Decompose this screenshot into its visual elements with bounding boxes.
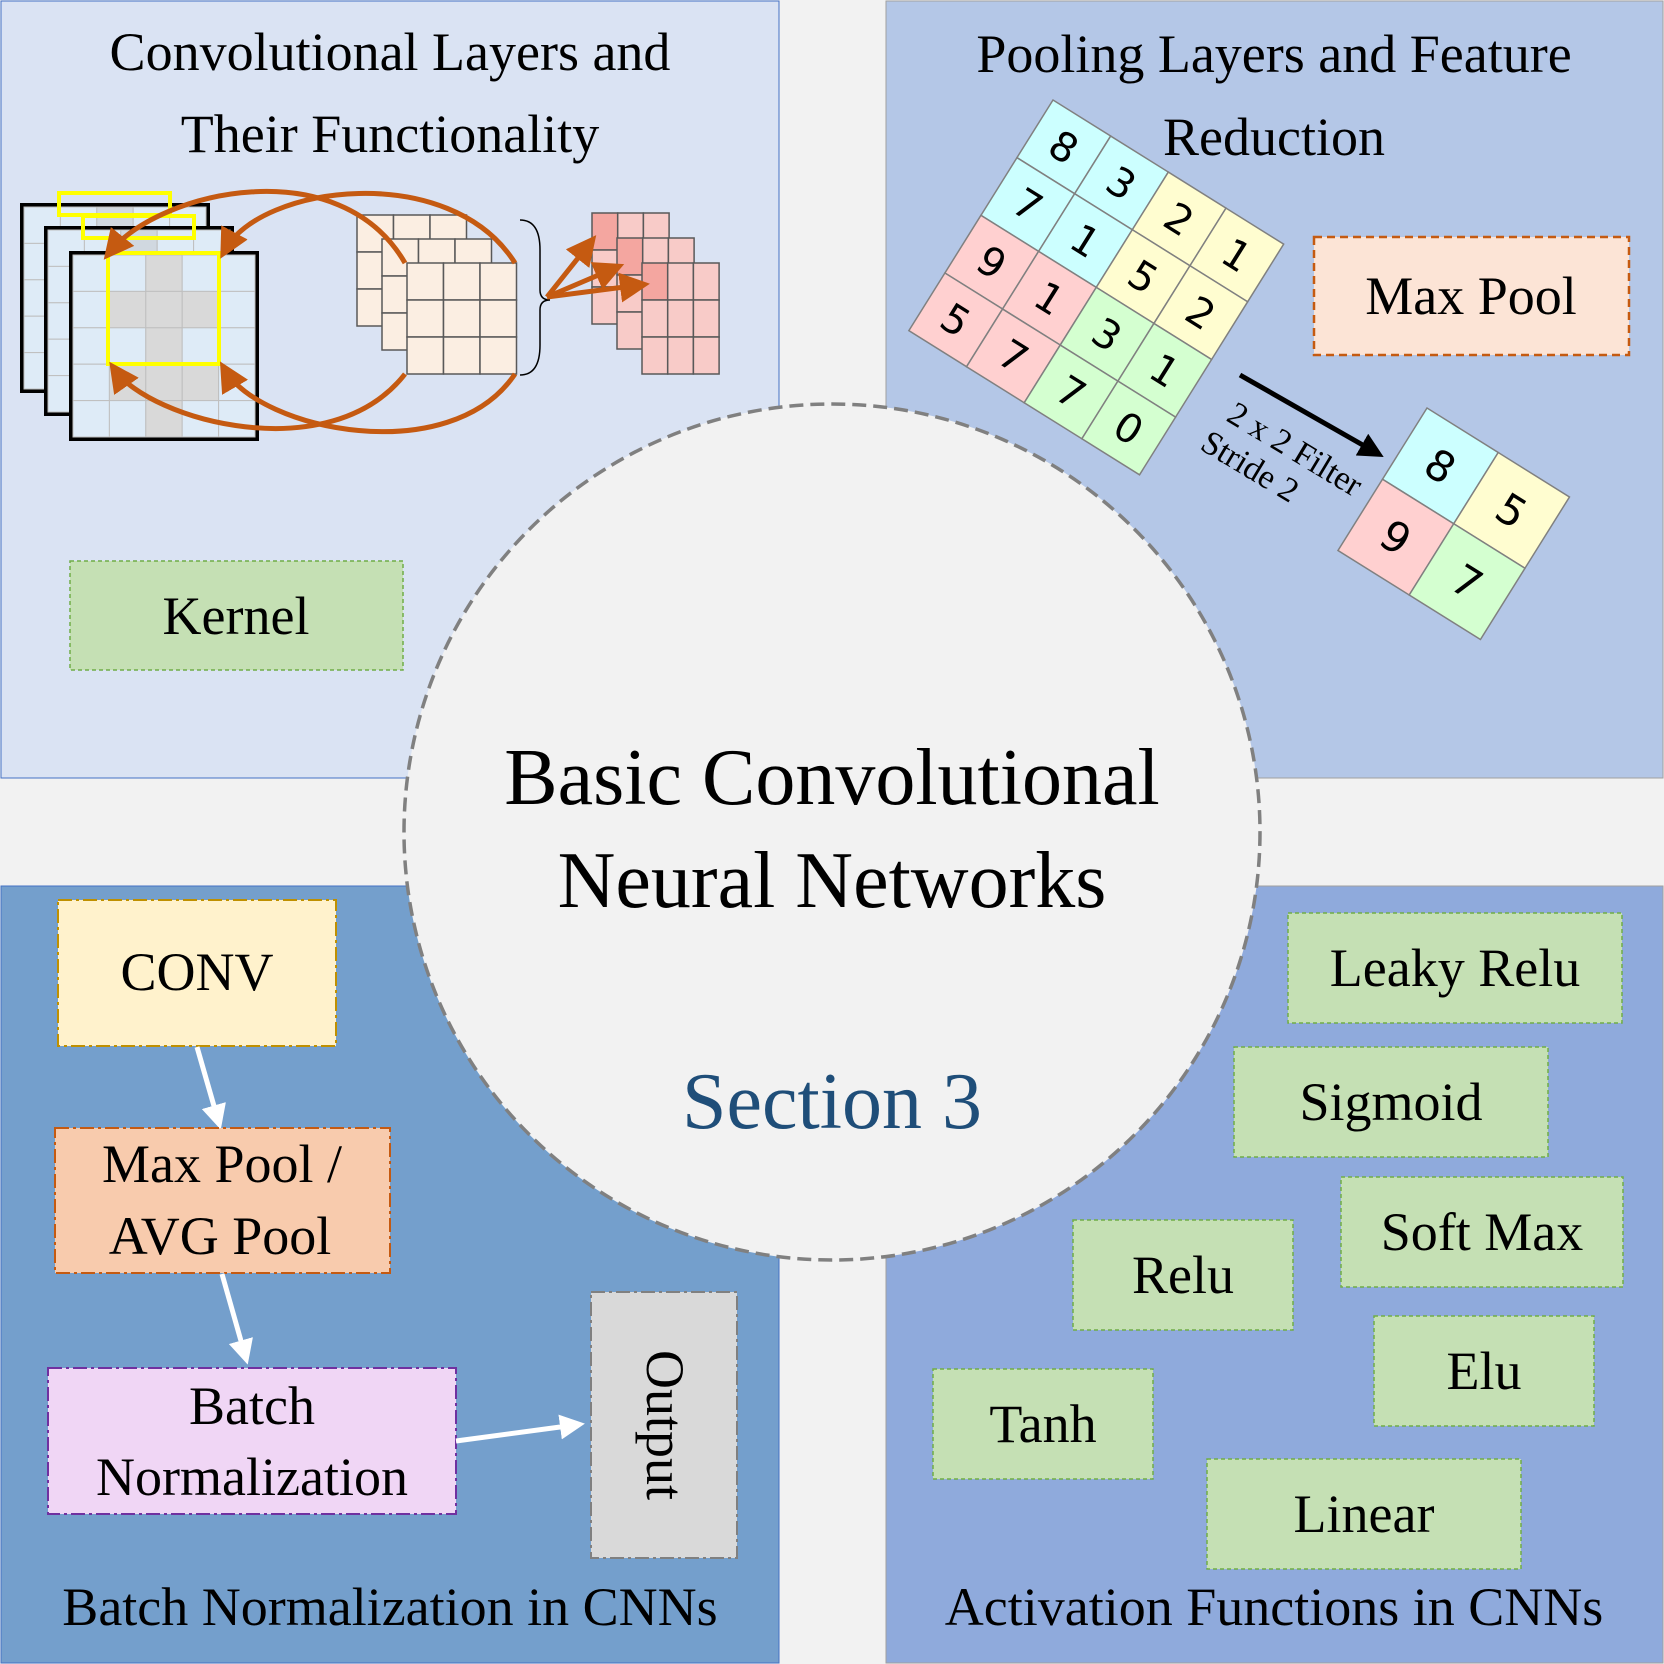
section-label: Section 3 [682,1058,982,1146]
input-cell [72,290,110,329]
activation-soft-max: Soft Max [1340,1176,1624,1288]
input-cell [218,327,256,365]
activation-leaky-relu: Leaky Relu [1287,912,1623,1024]
kernel-cell [442,299,481,338]
center-title-line1: Basic Convolutional [504,734,1160,822]
input-map [69,251,259,441]
output-cell [641,336,669,375]
output-cell [641,262,669,301]
output-cell [616,237,644,276]
input-cell [145,363,183,402]
kernel-cell [442,262,481,301]
kernel-cell [479,299,518,338]
input-cell [181,254,220,292]
kernel-cell [406,262,445,301]
batch-norm-line2: Normalization [96,1447,408,1507]
output-cell [666,262,695,301]
output-cell [641,299,669,338]
conv-title-line2: Their Functionality [181,104,599,164]
input-cell [108,327,147,365]
input-cell [108,400,147,438]
input-cell [108,254,147,292]
pool-label-line2: AVG Pool [109,1206,332,1266]
output-cell [692,336,720,375]
input-cell [218,254,256,292]
input-cell [72,327,110,365]
svg-text:Sigmoid: Sigmoid [1299,1072,1482,1132]
output-cell [616,274,644,313]
kernel-cell [479,336,518,375]
output-cell [692,262,720,301]
input-cell [181,363,220,402]
batch-norm-line1: Batch [189,1376,315,1436]
activation-sigmoid: Sigmoid [1233,1046,1549,1158]
activation-title: Activation Functions in CNNs [945,1577,1604,1637]
kernel-cell [406,336,445,375]
pool-label-line1: Max Pool / [102,1134,342,1194]
kernel-cell [442,336,481,375]
svg-text:Linear: Linear [1294,1484,1435,1544]
output-cell [666,299,695,338]
input-cell [145,254,183,292]
input-cell [72,363,110,402]
svg-text:Elu: Elu [1447,1341,1522,1401]
input-cell [218,400,256,438]
input-cell [72,254,110,292]
activation-tanh: Tanh [932,1368,1154,1480]
svg-text:Tanh: Tanh [989,1394,1096,1454]
center-title-line2: Neural Networks [558,837,1107,925]
input-cell [181,327,220,365]
svg-text:Leaky Relu: Leaky Relu [1330,938,1580,998]
conv-title-line1: Convolutional Layers and [110,22,671,82]
maxpool-label: Max Pool [1365,266,1577,326]
input-cell [218,290,256,329]
diagram: Convolutional Layers and Their Functiona… [0,0,1664,1664]
svg-text:Soft Max: Soft Max [1381,1202,1584,1262]
input-cell [181,290,220,329]
activation-linear: Linear [1206,1458,1522,1570]
pool-title-line1: Pooling Layers and Feature [976,24,1571,84]
output-cell [591,212,619,251]
activation-relu: Relu [1072,1219,1294,1331]
conv-label: CONV [120,942,273,1002]
output-cell [692,299,720,338]
input-cell [145,327,183,365]
diagram-canvas: Convolutional Layers and Their Functiona… [0,0,1664,1664]
kernel-cell [406,299,445,338]
input-cell [108,290,147,329]
input-cell [145,290,183,329]
kernel-cell [479,262,518,301]
activation-elu: Elu [1373,1315,1595,1427]
input-cell [72,400,110,438]
svg-text:Relu: Relu [1132,1245,1234,1305]
output-cell [616,311,644,350]
kernel-label: Kernel [163,586,310,646]
batch-norm-title: Batch Normalization in CNNs [62,1577,717,1637]
output-cell [666,336,695,375]
pool-title-line2: Reduction [1163,107,1385,167]
input-feature-maps [20,191,259,441]
output-label: Output [635,1350,695,1500]
